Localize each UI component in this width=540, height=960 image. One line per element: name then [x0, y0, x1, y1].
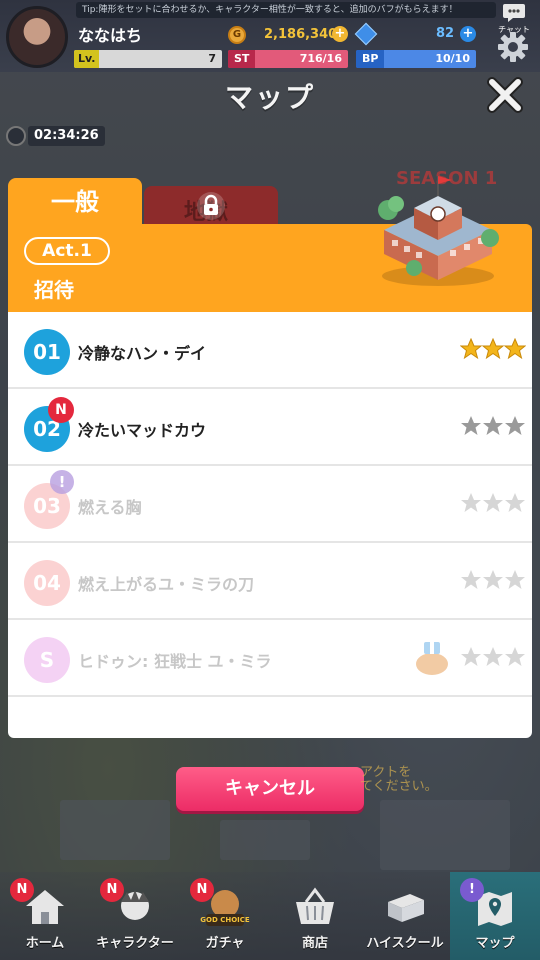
chat-icon[interactable]: [502, 2, 526, 24]
stage-row-hidden[interactable]: S ヒドゥン: 狂戦士 ユ・ミラ: [8, 620, 532, 697]
new-badge: N: [190, 878, 214, 902]
nav-character[interactable]: N キャラクター: [90, 872, 180, 960]
tab-general[interactable]: 一般: [8, 178, 142, 226]
star-rating: [461, 416, 525, 435]
nav-map[interactable]: ! マップ: [450, 872, 540, 960]
school-building-illustration: [378, 176, 499, 286]
stage-name: ヒドゥン: 狂戦士 ユ・ミラ: [78, 652, 272, 671]
nav-label: マップ: [475, 936, 515, 951]
gold-coin-icon: G: [228, 26, 246, 44]
faded-map-notice: アクトを てください。: [360, 766, 438, 794]
bp-bar: BP 10/10: [356, 50, 476, 68]
event-timer: 02:34:26: [28, 126, 105, 146]
stage-number: 01: [24, 329, 70, 375]
faded-notice-line: アクトを: [360, 765, 412, 780]
alert-badge: !: [460, 878, 484, 902]
gold-value: 2,186,340: [264, 27, 338, 42]
star-rating: [461, 493, 525, 512]
stage-name: 燃え上がるユ・ミラの刀: [78, 575, 255, 594]
nav-label: キャラクター: [96, 936, 174, 951]
nav-label: ガチャ: [205, 936, 245, 951]
stamina-bar: ST 716/16: [228, 50, 348, 68]
act-badge: Act.1: [24, 237, 110, 265]
level-label: Lv.: [74, 50, 100, 68]
nav-label: 商店: [301, 936, 328, 951]
new-badge: N: [10, 878, 34, 902]
stage-name: 燃える胸: [78, 498, 142, 517]
star-rating: [460, 338, 526, 360]
nav-high-school[interactable]: ハイスクール: [360, 872, 450, 960]
stage-row[interactable]: 01 冷静なハン・デイ: [8, 312, 532, 389]
alert-badge: !: [50, 470, 74, 494]
new-badge: N: [100, 878, 124, 902]
nav-label: ハイスクール: [366, 936, 444, 951]
timer-icon: [6, 126, 26, 146]
stage-row[interactable]: 02 N 冷たいマッドカウ: [8, 389, 532, 466]
stage-row[interactable]: 03 ! 燃える胸: [8, 466, 532, 543]
faded-notice-line: てください。: [360, 779, 438, 794]
star-rating: [461, 570, 525, 589]
god-choice-banner: GOD CHOICE: [200, 916, 250, 924]
tip-ticker: Tip:陣形をセットに合わせるか、キャラクター相性が一致すると、追加のバフがもら…: [76, 2, 496, 18]
stage-list: 01 冷静なハン・デイ 02 N 冷たいマッドカウ 03 ! 燃える胸 04 燃…: [8, 312, 532, 738]
cancel-button[interactable]: キャンセル: [176, 767, 364, 811]
basket-icon: [296, 887, 334, 924]
nav-gacha[interactable]: N ガチャ GOD CHOICE: [180, 872, 270, 960]
school-desk-icon: [388, 894, 424, 922]
lock-icon: [197, 192, 225, 220]
star-rating: [461, 647, 525, 666]
nav-shop[interactable]: 商店: [270, 872, 360, 960]
stamina-label: ST: [228, 50, 256, 68]
status-bar: Tip:陣形をセットに合わせるか、キャラクター相性が一致すると、追加のバフがもら…: [0, 0, 540, 72]
username: ななはち: [78, 26, 143, 45]
bp-value: 10/10: [435, 52, 470, 65]
stage-name: 冷たいマッドカウ: [78, 421, 207, 440]
stage-number: 04: [24, 560, 70, 606]
stage-name: 冷静なハン・デイ: [78, 344, 207, 363]
stage-number: S: [24, 637, 70, 683]
tab-hell-locked[interactable]: 地獄: [144, 186, 278, 226]
nav-home[interactable]: N ホーム: [0, 872, 90, 960]
level-value: 7: [208, 52, 216, 65]
add-gold-button[interactable]: +: [332, 26, 348, 42]
stage-row[interactable]: 04 燃え上がるユ・ミラの刀: [8, 543, 532, 620]
nav-label: ホーム: [25, 936, 65, 951]
new-badge: N: [48, 397, 74, 423]
avatar[interactable]: [6, 6, 68, 68]
stamina-value: 716/16: [299, 52, 342, 65]
reward-bag-icon: [416, 642, 448, 675]
close-icon[interactable]: [486, 76, 524, 114]
add-gem-button[interactable]: +: [460, 26, 476, 42]
bottom-nav: N ホーム N キャラクター N ガチャ GOD CHOICE 商店 ハイスクー…: [0, 872, 540, 960]
bp-label: BP: [356, 50, 385, 68]
level-bar: Lv. 7: [74, 50, 222, 68]
gear-icon[interactable]: [496, 30, 530, 64]
chapter-title: 招待: [34, 278, 74, 302]
gem-icon: [354, 22, 378, 46]
page-title: マップ: [224, 81, 315, 114]
gem-value: 82: [436, 26, 455, 41]
